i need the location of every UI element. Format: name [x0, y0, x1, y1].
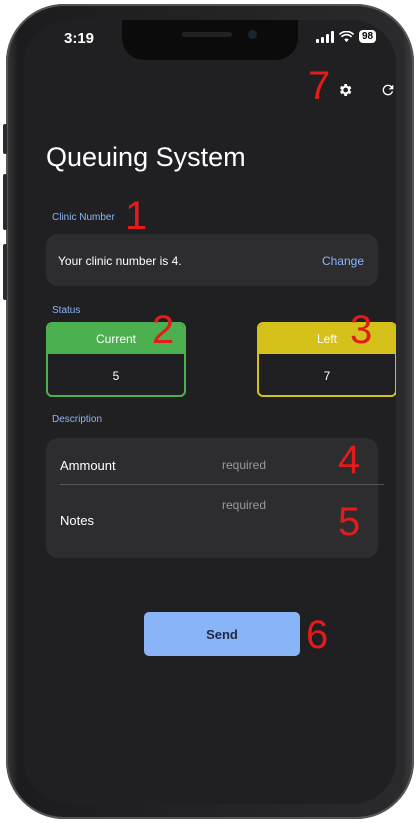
phone-frame: 3:19 98 Queuing System Clinic Number You…: [3, 4, 414, 819]
status-label: Status: [52, 305, 81, 316]
description-card: Ammount required Notes required: [46, 438, 384, 558]
notes-input[interactable]: required: [222, 498, 266, 512]
battery-icon: 98: [359, 30, 377, 43]
annotation-1: 1: [125, 194, 148, 238]
refresh-icon[interactable]: [380, 82, 396, 98]
clinic-number-card: Your clinic number is 4. Change: [46, 234, 378, 286]
field-divider: [60, 484, 384, 485]
phone-volume-up: [3, 174, 7, 230]
gear-icon[interactable]: [337, 82, 353, 98]
amount-input[interactable]: required: [222, 458, 266, 472]
description-label: Description: [52, 414, 103, 425]
amount-label: Ammount: [60, 458, 116, 473]
phone-side-button: [3, 124, 7, 154]
left-status-header: Left: [259, 324, 395, 354]
left-status-box: Left 7: [257, 322, 396, 397]
status-indicators: 98: [316, 30, 377, 43]
status-time: 3:19: [64, 30, 95, 47]
annotation-7: 7: [308, 64, 331, 108]
clinic-number-text: Your clinic number is 4.: [58, 254, 182, 268]
annotation-2: 2: [152, 308, 175, 352]
app-screen: 3:19 98 Queuing System Clinic Number You…: [24, 20, 396, 804]
clinic-number-label: Clinic Number: [52, 212, 115, 223]
signal-icon: [316, 30, 334, 43]
annotation-6: 6: [306, 613, 329, 657]
notch: [122, 20, 298, 60]
current-status-value: 5: [112, 369, 120, 383]
annotation-5: 5: [338, 500, 361, 544]
annotation-4: 4: [338, 438, 361, 482]
wifi-icon: [339, 30, 354, 42]
speaker: [182, 32, 232, 37]
front-camera: [248, 30, 257, 39]
annotation-3: 3: [350, 308, 373, 352]
notes-label: Notes: [60, 513, 94, 528]
phone-volume-down: [3, 244, 7, 300]
send-button[interactable]: Send: [144, 612, 300, 656]
change-clinic-link[interactable]: Change: [322, 254, 364, 268]
left-status-value: 7: [323, 369, 331, 383]
page-title: Queuing System: [46, 142, 246, 172]
